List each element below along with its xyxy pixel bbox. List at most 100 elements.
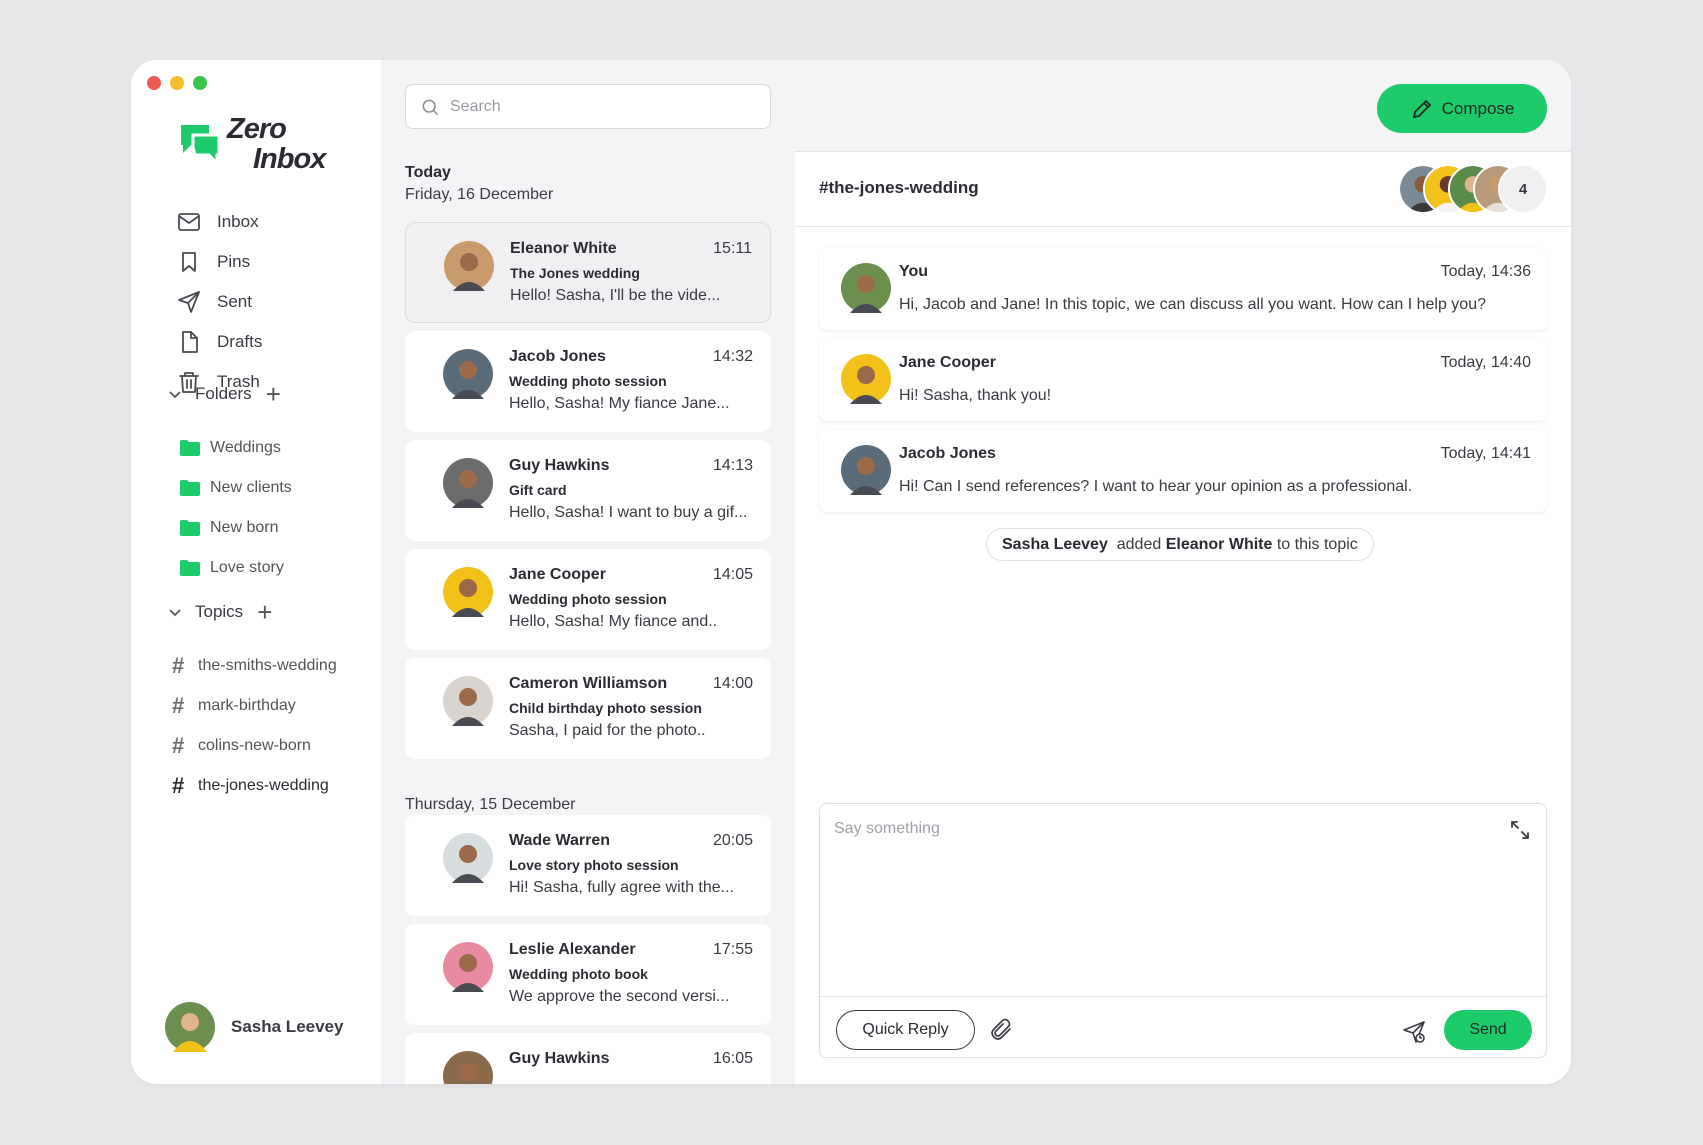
folder-item[interactable]: New clients bbox=[180, 468, 292, 508]
topic-header: #the-jones-wedding 4 bbox=[795, 152, 1571, 227]
maximize-window-button[interactable] bbox=[193, 76, 207, 90]
send-button[interactable]: Send bbox=[1444, 1010, 1532, 1050]
note-actor: Sasha Leevey bbox=[1002, 535, 1108, 553]
search-input[interactable] bbox=[450, 97, 750, 116]
message-preview: Sasha, I paid for the photo.. bbox=[509, 722, 706, 739]
chat-time: Today, 14:36 bbox=[1440, 263, 1531, 280]
avatar bbox=[443, 567, 493, 617]
file-icon bbox=[177, 330, 201, 354]
user-profile[interactable]: Sasha Leevey bbox=[165, 1002, 343, 1052]
folder-label: New born bbox=[210, 519, 279, 536]
mail-icon bbox=[177, 210, 201, 234]
app-window: Zero Inbox Inbox Pins Sent Drafts Trash … bbox=[131, 60, 1571, 1084]
message-input[interactable] bbox=[834, 820, 1474, 980]
message-subject: Child birthday photo session bbox=[509, 700, 702, 716]
message-time: 14:13 bbox=[712, 457, 753, 474]
topic-item[interactable]: # the-smiths-wedding bbox=[172, 646, 337, 686]
app-logo: Zero Inbox bbox=[179, 114, 326, 175]
chat-text: Hi! Can I send references? I want to hea… bbox=[899, 478, 1413, 495]
conversation-panel: Compose #the-jones-wedding 4 You Today, 1… bbox=[795, 60, 1571, 1084]
compose-button[interactable]: Compose bbox=[1377, 84, 1547, 133]
day-group-header: Thursday, 15 December bbox=[405, 796, 575, 814]
paperclip-icon[interactable] bbox=[990, 1018, 1014, 1042]
sidebar: Zero Inbox Inbox Pins Sent Drafts Trash … bbox=[131, 60, 381, 1084]
nav-label: Drafts bbox=[217, 332, 263, 351]
main-nav: Inbox Pins Sent Drafts Trash bbox=[177, 202, 262, 402]
folders-header[interactable]: Folders + bbox=[167, 381, 281, 407]
folder-item[interactable]: New born bbox=[180, 508, 292, 548]
chat-author: You bbox=[899, 263, 929, 280]
topic-label: the-jones-wedding bbox=[198, 777, 329, 794]
today-label: Today bbox=[405, 164, 451, 181]
folder-item[interactable]: Weddings bbox=[180, 428, 292, 468]
member-avatars[interactable]: 4 bbox=[1398, 164, 1548, 214]
topic-item[interactable]: # mark-birthday bbox=[172, 686, 337, 726]
folders-label: Folders bbox=[195, 384, 252, 403]
nav-label: Inbox bbox=[217, 212, 259, 231]
hash-icon: # bbox=[172, 733, 185, 758]
message-preview: Hello! Sasha, I'll be the vide... bbox=[510, 287, 721, 304]
message-subject: Gift card bbox=[509, 482, 567, 498]
message-list-item[interactable]: Guy Hawkins 14:13 Gift card Hello, Sasha! I… bbox=[405, 440, 771, 541]
avatar bbox=[443, 942, 493, 992]
nav-item-sent[interactable]: Sent bbox=[177, 282, 262, 322]
chat-author: Jane Cooper bbox=[899, 354, 996, 371]
hash-icon: # bbox=[172, 693, 185, 718]
folder-item[interactable]: Love story bbox=[180, 548, 292, 588]
note-suffix: to this topic bbox=[1276, 535, 1358, 553]
add-folder-button[interactable]: + bbox=[266, 381, 281, 407]
today-date: Friday, 16 December bbox=[405, 186, 554, 203]
topic-item[interactable]: # colins-new-born bbox=[172, 726, 337, 766]
message-subject: Love story photo session bbox=[509, 857, 679, 873]
topics-header[interactable]: Topics + bbox=[167, 599, 272, 625]
nav-item-drafts[interactable]: Drafts bbox=[177, 322, 262, 362]
composer-divider bbox=[820, 996, 1546, 997]
message-list-item[interactable]: Guy Hawkins 16:05 bbox=[405, 1033, 771, 1084]
avatar bbox=[841, 263, 891, 313]
chat-message: Jacob Jones Today, 14:41 Hi! Can I send re… bbox=[819, 430, 1547, 512]
folder-icon bbox=[180, 560, 200, 576]
nav-item-pins[interactable]: Pins bbox=[177, 242, 262, 282]
message-list-item[interactable]: Wade Warren 20:05 Love story photo session… bbox=[405, 815, 771, 916]
topic-label: mark-birthday bbox=[198, 697, 296, 714]
folder-icon bbox=[180, 440, 200, 456]
message-time: 14:05 bbox=[712, 566, 753, 583]
topic-title: #the-jones-wedding bbox=[819, 178, 979, 197]
message-time: 14:32 bbox=[712, 348, 753, 365]
chat-message: Jane Cooper Today, 14:40 Hi! Sasha, thank … bbox=[819, 339, 1547, 421]
chevron-down-icon bbox=[169, 609, 181, 617]
avatar bbox=[443, 833, 493, 883]
message-subject: The Jones wedding bbox=[510, 265, 640, 281]
logo-line-2: Inbox bbox=[253, 143, 326, 175]
hash-icon: # bbox=[172, 773, 185, 798]
schedule-send-icon[interactable] bbox=[1402, 1020, 1426, 1044]
message-list-item[interactable]: Jacob Jones 14:32 Wedding photo session Hel… bbox=[405, 331, 771, 432]
avatar bbox=[443, 349, 493, 399]
message-time: 14:00 bbox=[712, 675, 753, 692]
yesterday-date: Thursday, 15 December bbox=[405, 796, 576, 813]
message-preview: Hello, Sasha! I want to buy a gif... bbox=[509, 504, 748, 521]
chat-bubbles-logo-icon bbox=[181, 125, 221, 165]
add-topic-button[interactable]: + bbox=[257, 599, 272, 625]
member-count-badge[interactable]: 4 bbox=[1498, 164, 1548, 214]
expand-icon[interactable] bbox=[1508, 818, 1532, 842]
nav-item-inbox[interactable]: Inbox bbox=[177, 202, 262, 242]
minimize-window-button[interactable] bbox=[170, 76, 184, 90]
message-list-item[interactable]: Eleanor White 15:11 The Jones wedding Hello… bbox=[405, 222, 771, 323]
topic-item-active[interactable]: # the-jones-wedding bbox=[172, 766, 337, 806]
window-controls bbox=[147, 76, 207, 90]
message-time: 15:11 bbox=[713, 240, 752, 257]
quick-reply-button[interactable]: Quick Reply bbox=[836, 1010, 975, 1050]
search-box[interactable] bbox=[405, 84, 771, 129]
close-window-button[interactable] bbox=[147, 76, 161, 90]
message-list-item[interactable]: Cameron Williamson 14:00 Child birthday ph… bbox=[405, 658, 771, 759]
message-list-item[interactable]: Leslie Alexander 17:55 Wedding photo book W… bbox=[405, 924, 771, 1025]
avatar bbox=[443, 458, 493, 508]
folder-label: New clients bbox=[210, 479, 292, 496]
nav-label: Sent bbox=[217, 292, 252, 311]
message-subject: Wedding photo session bbox=[509, 373, 667, 389]
message-list-item[interactable]: Jane Cooper 14:05 Wedding photo session Hel… bbox=[405, 549, 771, 650]
bookmark-icon bbox=[177, 250, 201, 274]
message-time: 20:05 bbox=[712, 832, 753, 849]
chat-time: Today, 14:40 bbox=[1440, 354, 1531, 371]
